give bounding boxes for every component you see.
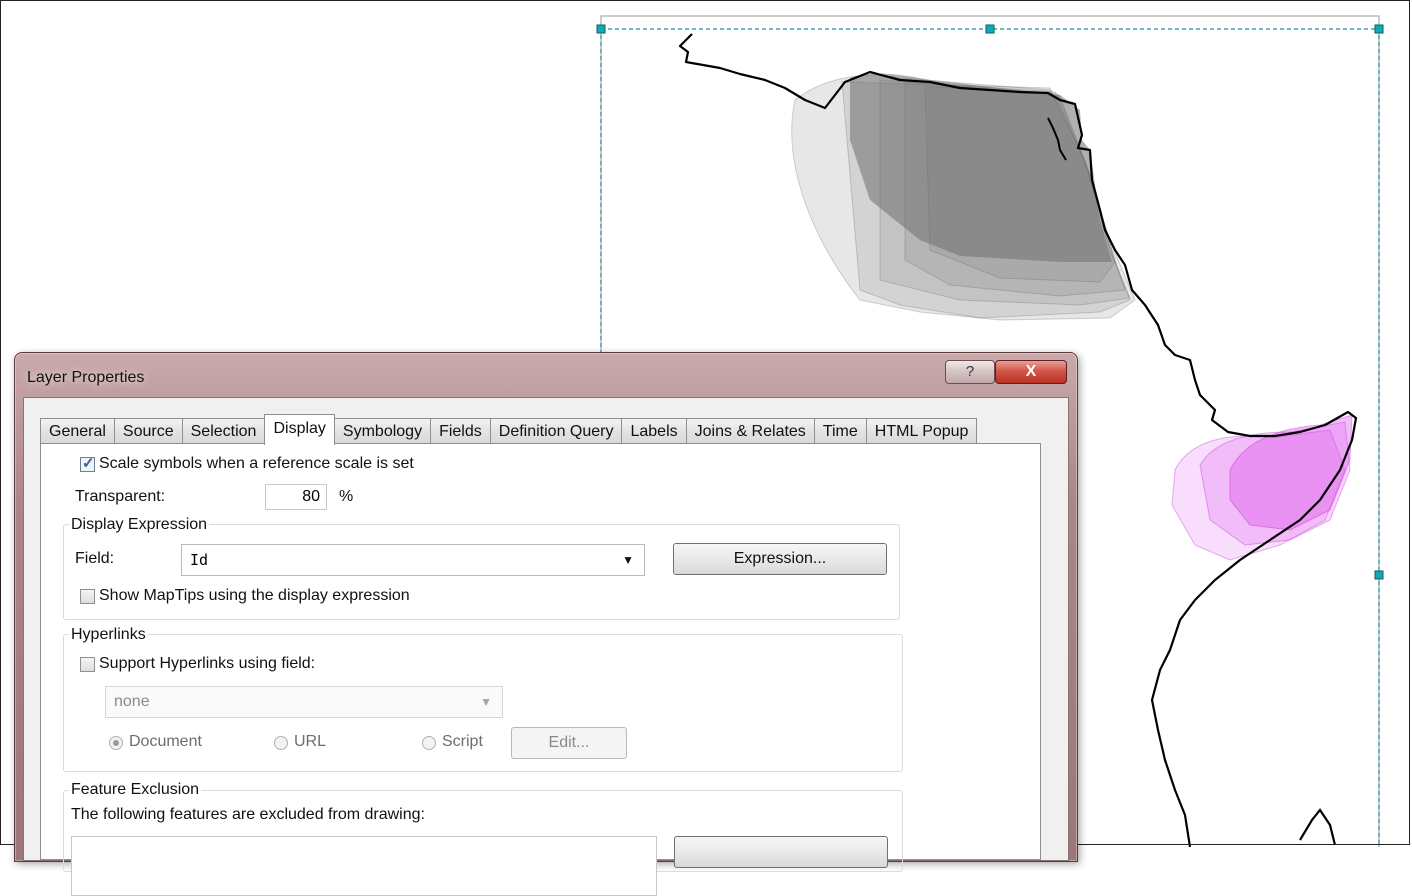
checkmark-icon: ✓ <box>82 455 95 472</box>
hyperlink-field-select[interactable]: none ▼ <box>105 686 503 718</box>
url-radio[interactable] <box>274 736 288 750</box>
field-select[interactable]: Id ▼ <box>181 544 645 576</box>
layer-properties-dialog: Layer Properties ? X General Source Sele… <box>14 352 1078 896</box>
dialog-title: Layer Properties <box>27 369 145 386</box>
percent-label: % <box>339 488 354 505</box>
hyperlink-field-value: none <box>114 693 150 710</box>
expression-button[interactable]: Expression... <box>673 543 887 575</box>
scale-symbols-label: Scale symbols when a reference scale is … <box>99 455 414 472</box>
script-radio-label: Script <box>442 733 483 750</box>
transparency-input[interactable]: 80 <box>265 484 327 510</box>
hyperlinks-title: Hyperlinks <box>69 626 148 644</box>
script-radio[interactable] <box>422 736 436 750</box>
help-icon: ? <box>965 363 975 380</box>
chevron-down-icon: ▼ <box>480 695 492 709</box>
scale-symbols-checkbox[interactable]: ✓ <box>80 455 95 472</box>
field-value: Id <box>190 551 209 569</box>
selection-handle-top-middle[interactable] <box>985 24 995 34</box>
field-label: Field: <box>75 550 115 567</box>
tab-time[interactable]: Time <box>813 418 867 444</box>
excluded-features-list[interactable] <box>71 836 657 896</box>
tab-source[interactable]: Source <box>113 418 183 444</box>
close-button[interactable]: X <box>995 360 1067 384</box>
tab-display[interactable]: Display <box>264 414 335 445</box>
help-button[interactable]: ? <box>945 360 995 384</box>
tab-selection[interactable]: Selection <box>181 418 266 444</box>
transparency-value: 80 <box>302 488 320 505</box>
feature-exclusion-title: Feature Exclusion <box>69 781 202 799</box>
document-radio-label: Document <box>129 733 202 750</box>
feature-exclusion-description: The following features are excluded from… <box>71 806 425 823</box>
display-expression-title: Display Expression <box>69 516 210 534</box>
display-tab-panel: ✓ Scale symbols when a reference scale i… <box>40 443 1041 896</box>
edit-button[interactable]: Edit... <box>511 727 627 759</box>
close-icon: X <box>1025 363 1037 380</box>
selection-handle-top-left[interactable] <box>596 24 606 34</box>
tab-definition-query[interactable]: Definition Query <box>489 418 623 444</box>
tab-fields[interactable]: Fields <box>430 418 491 444</box>
tab-general[interactable]: General <box>40 418 115 444</box>
tab-symbology[interactable]: Symbology <box>333 418 432 444</box>
dialog-titlebar[interactable]: Layer Properties ? X <box>15 353 1077 397</box>
support-hyperlinks-label: Support Hyperlinks using field: <box>99 655 316 672</box>
restore-drawing-button[interactable] <box>674 836 888 868</box>
selection-handle-top-right[interactable] <box>1374 24 1384 34</box>
dialog-client-area: General Source Selection Display Symbolo… <box>23 397 1069 896</box>
document-radio[interactable] <box>109 736 123 750</box>
transparent-label: Transparent: <box>75 488 166 505</box>
tab-labels[interactable]: Labels <box>621 418 687 444</box>
tab-joins-relates[interactable]: Joins & Relates <box>685 418 815 444</box>
show-maptips-checkbox[interactable] <box>80 589 95 604</box>
island-outline <box>1299 808 1337 846</box>
support-hyperlinks-checkbox[interactable] <box>80 657 95 672</box>
tab-strip: General Source Selection Display Symbolo… <box>40 414 978 445</box>
show-maptips-label: Show MapTips using the display expressio… <box>99 587 410 604</box>
chevron-down-icon: ▼ <box>622 553 634 567</box>
url-radio-label: URL <box>294 733 327 750</box>
tab-html-popup[interactable]: HTML Popup <box>865 418 978 444</box>
selection-handle-middle-right[interactable] <box>1374 570 1384 580</box>
